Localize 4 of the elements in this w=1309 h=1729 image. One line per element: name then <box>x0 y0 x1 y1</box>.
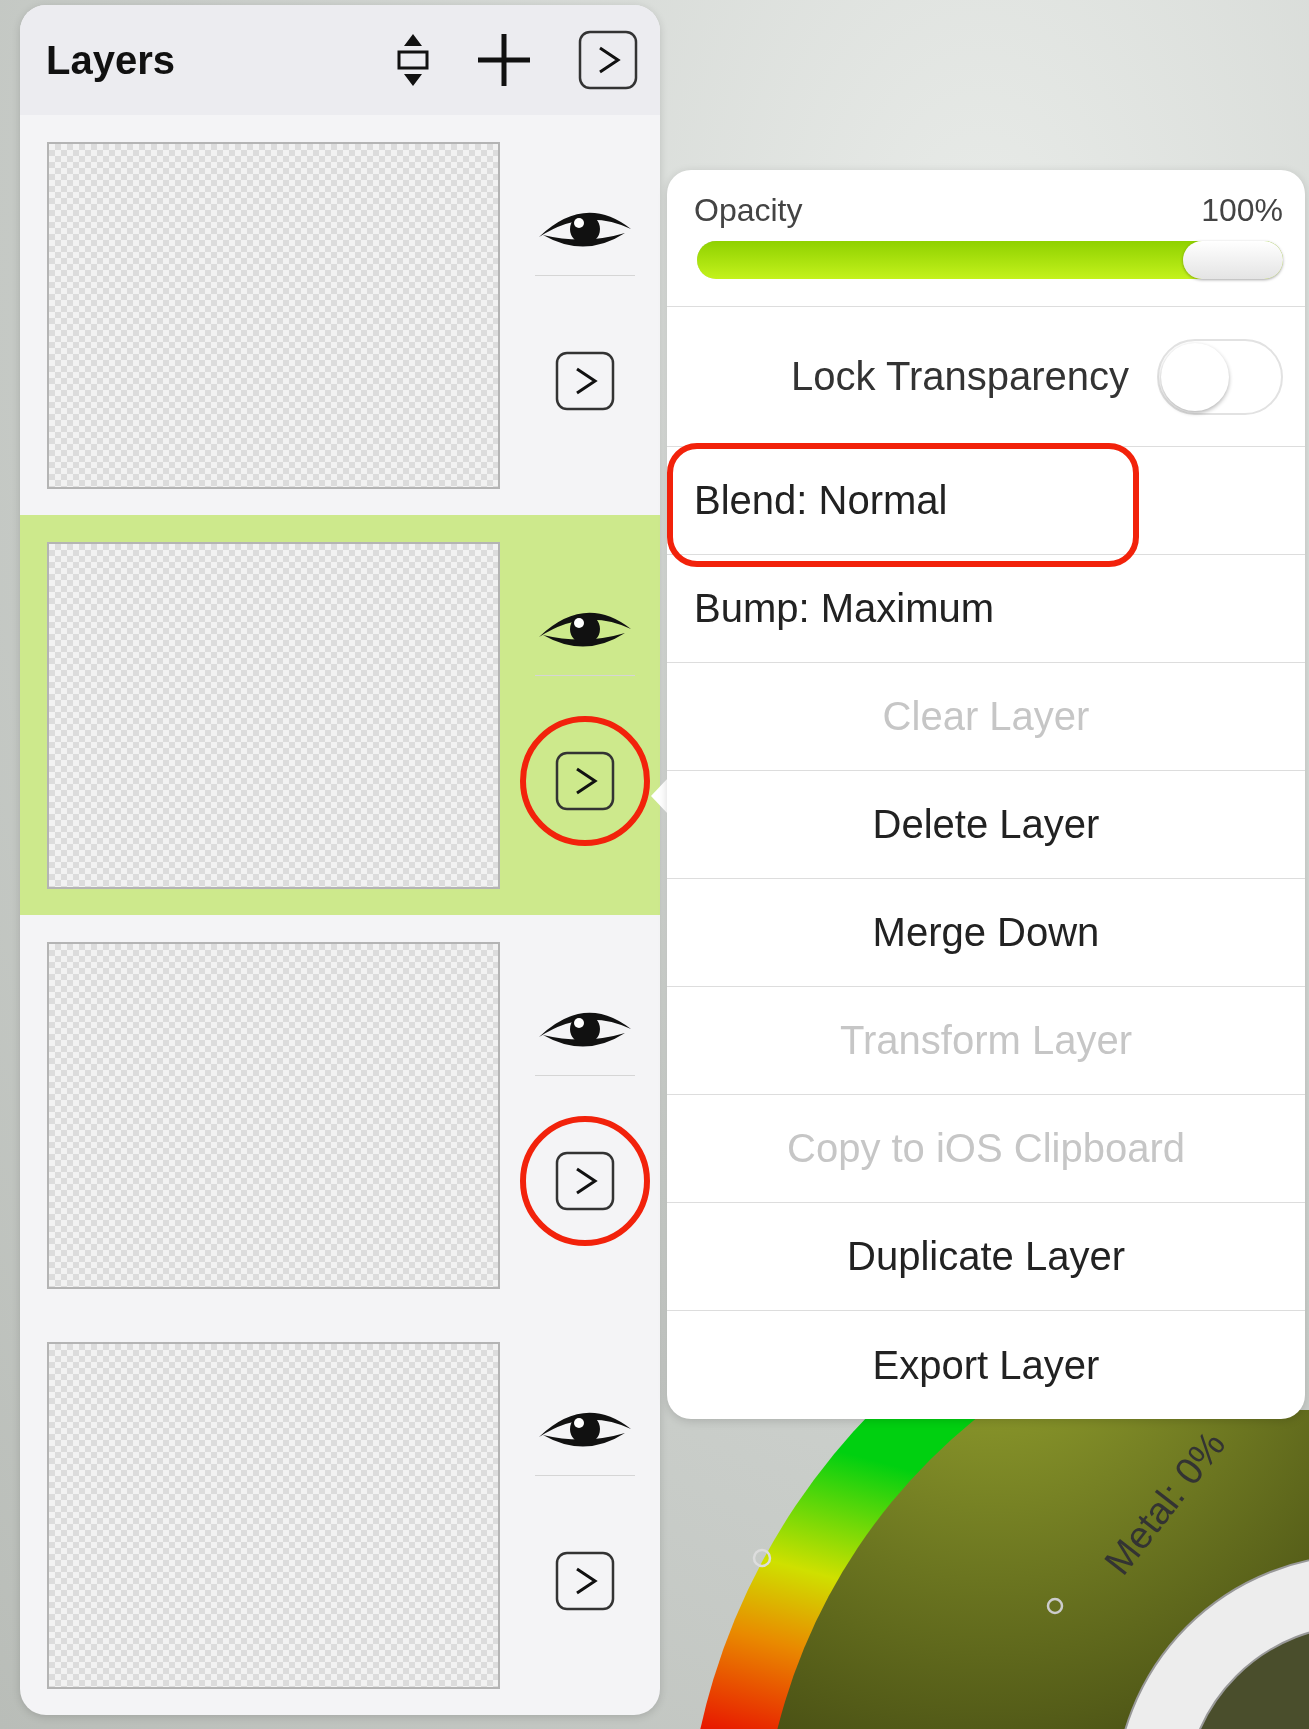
opacity-label: Opacity <box>694 192 803 229</box>
lock-transparency-label: Lock Transparency <box>791 354 1129 399</box>
panel-title: Layers <box>46 37 176 83</box>
opacity-value: 100% <box>1201 192 1283 229</box>
